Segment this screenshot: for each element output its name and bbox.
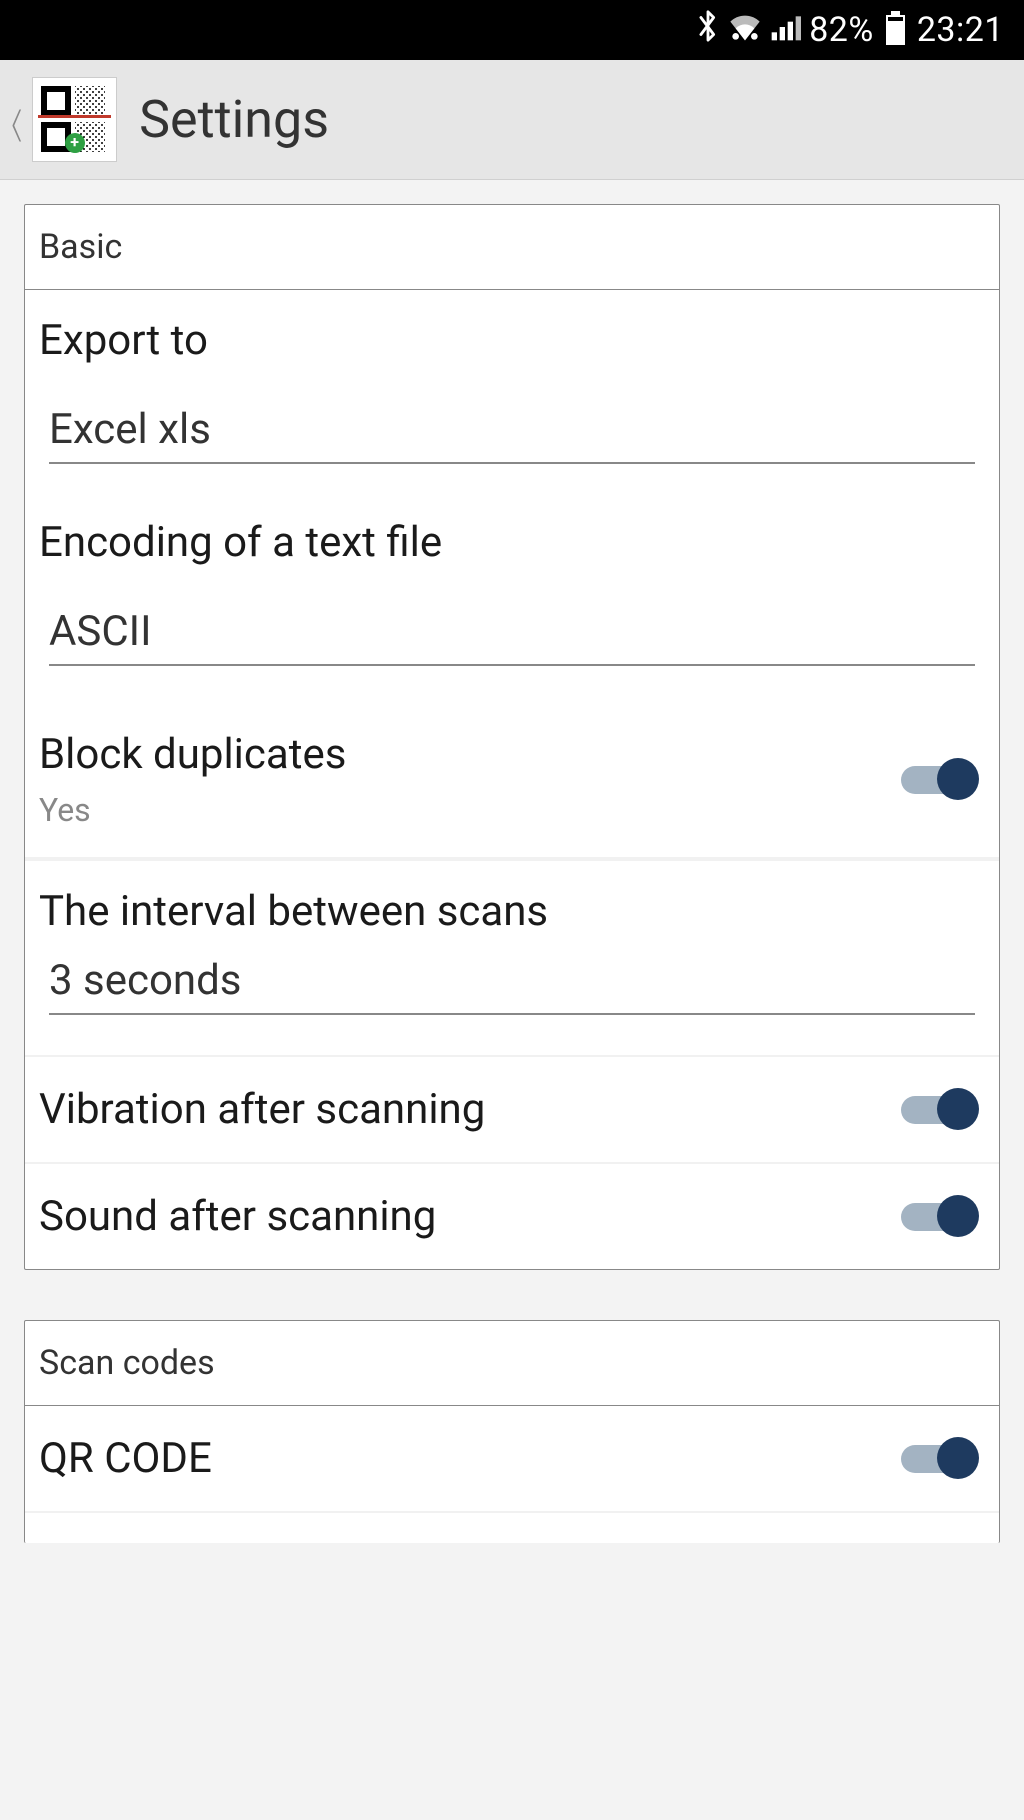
setting-encoding[interactable]: Encoding of a text file ASCII (25, 492, 999, 694)
clock: 23:21 (917, 10, 1004, 50)
encoding-label: Encoding of a text file (39, 518, 985, 567)
encoding-value: ASCII (49, 607, 975, 666)
vibration-label: Vibration after scanning (39, 1085, 485, 1134)
status-bar: 82% 23:21 (0, 0, 1024, 60)
app-header: ‹ Settings (0, 60, 1024, 180)
setting-block-duplicates[interactable]: Block duplicates Yes (25, 694, 999, 859)
section-header-scan-codes: Scan codes (25, 1321, 999, 1406)
block-duplicates-sub: Yes (39, 791, 346, 829)
page-title: Settings (139, 89, 329, 150)
setting-qr-code[interactable]: QR CODE (25, 1406, 999, 1513)
back-chevron-icon[interactable]: ‹ (10, 68, 24, 171)
section-header-basic: Basic (25, 205, 999, 290)
setting-export-to[interactable]: Export to Excel xls (25, 290, 999, 492)
vibration-toggle[interactable] (901, 1092, 979, 1128)
signal-icon (769, 10, 801, 50)
basic-section: Basic Export to Excel xls Encoding of a … (24, 204, 1000, 1270)
battery-percent: 82% (809, 10, 874, 50)
interval-value: 3 seconds (49, 956, 975, 1015)
qr-code-label: QR CODE (39, 1434, 212, 1483)
scan-codes-section: Scan codes QR CODE (24, 1320, 1000, 1543)
export-to-value: Excel xls (49, 405, 975, 464)
app-icon[interactable] (32, 77, 117, 162)
block-duplicates-label: Block duplicates (39, 730, 346, 779)
interval-label: The interval between scans (39, 887, 985, 936)
setting-sound[interactable]: Sound after scanning (25, 1164, 999, 1269)
content: Basic Export to Excel xls Encoding of a … (0, 180, 1024, 1567)
battery-icon (886, 15, 905, 45)
qr-code-toggle[interactable] (901, 1441, 979, 1477)
bluetooth-icon (695, 9, 721, 51)
setting-vibration[interactable]: Vibration after scanning (25, 1057, 999, 1164)
block-duplicates-toggle[interactable] (901, 762, 979, 798)
setting-interval[interactable]: The interval between scans 3 seconds (25, 859, 999, 1057)
sound-toggle[interactable] (901, 1199, 979, 1235)
export-to-label: Export to (39, 316, 985, 365)
sound-label: Sound after scanning (39, 1192, 436, 1241)
wifi-icon (729, 10, 761, 50)
